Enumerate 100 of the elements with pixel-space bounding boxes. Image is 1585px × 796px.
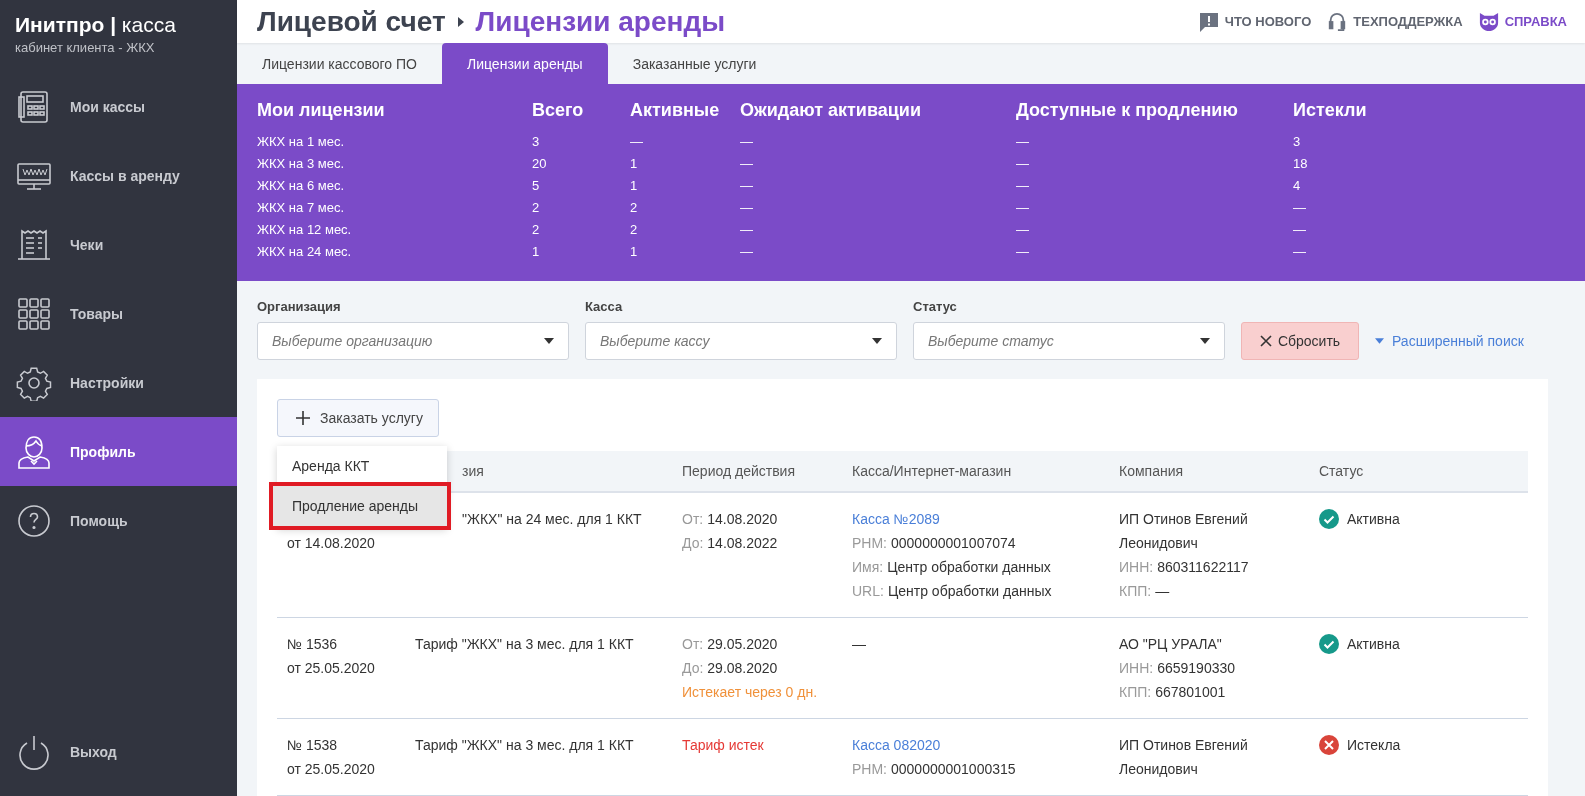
summary-cell-text: 4	[1293, 177, 1302, 195]
menu-item[interactable]: Аренда ККТ	[277, 446, 447, 486]
company-detail: ИП Отинов Евгений	[1119, 736, 1249, 755]
license-number: № 1536	[287, 635, 339, 654]
kassa-link[interactable]: Касса №2089	[852, 507, 1109, 531]
advanced-search-link[interactable]: Расширенный поиск	[1375, 322, 1524, 360]
summary-cell-text: 18	[1293, 155, 1309, 173]
summary-cell-text: —	[1016, 199, 1030, 217]
summary-cell-text: —	[1016, 177, 1030, 195]
summary-cell-text: 3	[1293, 133, 1302, 151]
summary-cell-text: —	[1016, 133, 1030, 151]
company-detail: ИП Отинов Евгений	[1119, 510, 1249, 529]
expired-label: Тариф истек	[682, 736, 765, 755]
sidebar-item[interactable]: Кассы в аренду	[0, 141, 237, 210]
kassa-link[interactable]: Касса 082020	[852, 733, 1109, 757]
sidebar-item[interactable]: Мои кассы	[0, 72, 237, 141]
summary-cell-text: ЖКХ на 12 мес.	[257, 221, 353, 239]
grid-icon	[16, 295, 52, 332]
logout-item[interactable]: Выход	[0, 717, 237, 786]
brand-logo: Инитпро | касса	[15, 13, 177, 37]
company-detail: Леонидович	[1119, 760, 1199, 779]
filter-label: Статус	[913, 299, 958, 314]
sidebar-item[interactable]: Настройки	[0, 348, 237, 417]
owl-icon	[1478, 11, 1499, 32]
summary-cell-text: ЖКХ на 24 мес.	[257, 243, 353, 261]
page-title: Лицензии аренды	[475, 5, 726, 38]
column-header: Компания	[1119, 463, 1184, 479]
summary-cell-text: —	[1016, 221, 1030, 239]
company-detail: КПП: 667801001	[1119, 683, 1227, 702]
company-detail: ИНН: 860311622117	[1119, 558, 1250, 577]
period-date: До: 29.08.2020	[682, 659, 779, 678]
column-header: Ожидают активации	[740, 100, 922, 121]
order-service-button[interactable]: Заказать услугу	[277, 399, 439, 437]
status-label: Истекла	[1347, 736, 1401, 755]
person-icon	[16, 433, 52, 470]
select-field[interactable]: Выберите кассу	[585, 322, 897, 360]
column-header: Всего	[532, 100, 585, 121]
sidebar-item[interactable]: Профиль	[0, 417, 237, 486]
check-circle-icon	[1319, 509, 1339, 529]
caret-icon	[1375, 338, 1384, 344]
filter-label: Организация	[257, 299, 342, 314]
summary-cell-text: ЖКХ на 3 мес.	[257, 155, 345, 173]
company-detail: Леонидович	[1119, 534, 1199, 553]
summary-cell-text: 20	[532, 155, 548, 173]
summary-cell-text: —	[1016, 155, 1030, 173]
summary-cell-text: 1	[630, 155, 639, 173]
summary-cell-text: 2	[630, 199, 639, 217]
summary-cell-text: —	[740, 199, 754, 217]
header-link[interactable]: ТЕХПОДДЕРЖКА	[1327, 11, 1463, 32]
period-date: До: 14.08.2022	[682, 534, 779, 553]
tariff-name: "ЖКХ" на 24 мес. для 1 ККТ	[462, 510, 643, 529]
caret-icon	[544, 338, 554, 344]
power-icon	[16, 733, 52, 770]
caret-icon	[1200, 338, 1210, 344]
summary-cell-text: —	[740, 133, 754, 151]
filter-label: Касса	[585, 299, 624, 314]
kassa-detail: URL: Центр обработки данных	[852, 582, 1053, 601]
caret-icon	[872, 338, 882, 344]
column-header: Статус	[1319, 463, 1364, 479]
tariff-name: Тариф "ЖКХ" на 3 мес. для 1 ККТ	[415, 635, 635, 654]
company-detail: АО "РЦ УРАЛА"	[1119, 635, 1223, 654]
sidebar-item[interactable]: Помощь	[0, 486, 237, 555]
license-date: от 25.05.2020	[287, 760, 376, 779]
kassa-detail: Имя: Центр обработки данных	[852, 558, 1052, 577]
breadcrumb-link[interactable]: Лицевой счет	[257, 5, 446, 38]
summary-cell-text: —	[1016, 243, 1030, 261]
summary-cell-text: 5	[532, 177, 541, 195]
tab[interactable]: Лицензии аренды	[442, 43, 608, 84]
column-header: Активные	[630, 100, 721, 121]
column-header: Мои лицензии	[257, 100, 386, 121]
summary-cell-text: —	[740, 221, 754, 239]
period-date: От: 14.08.2020	[682, 510, 779, 529]
check-circle-icon	[1319, 634, 1339, 654]
column-header: зия	[462, 463, 484, 479]
header-link[interactable]: ЧТО НОВОГО	[1198, 11, 1312, 32]
summary-cell-text: ЖКХ на 1 мес.	[257, 133, 345, 151]
sidebar-item[interactable]: Товары	[0, 279, 237, 348]
sidebar-item[interactable]: Чеки	[0, 210, 237, 279]
column-header: Период действия	[682, 463, 796, 479]
kassa-detail: РНМ: 0000000001000315	[852, 760, 1017, 779]
column-header: Касса/Интернет-магазин	[852, 463, 1012, 479]
header-link[interactable]: СПРАВКА	[1478, 11, 1567, 32]
reset-button[interactable]: Сбросить	[1241, 322, 1359, 360]
select-field[interactable]: Выберите статус	[913, 322, 1225, 360]
summary-cell-text: —	[740, 243, 754, 261]
message-alert-icon	[1198, 11, 1219, 32]
status-label: Активна	[1347, 510, 1400, 529]
tab[interactable]: Лицензии кассового ПО	[237, 43, 442, 84]
select-field[interactable]: Выберите организацию	[257, 322, 569, 360]
kassa-detail: РНМ: 0000000001007074	[852, 534, 1017, 553]
error-circle-icon	[1319, 735, 1339, 755]
summary-cell-text: —	[740, 177, 754, 195]
summary-cell-text: 2	[630, 221, 639, 239]
empty-value: —	[852, 635, 867, 654]
period-date: От: 29.05.2020	[682, 635, 779, 654]
summary-cell-text: —	[1293, 243, 1307, 261]
tab[interactable]: Заказанные услуги	[607, 43, 782, 84]
summary-cell-text: ЖКХ на 6 мес.	[257, 177, 345, 195]
expiry-warning: Истекает через 0 дн.	[682, 683, 819, 702]
license-number: № 1538	[287, 736, 339, 755]
